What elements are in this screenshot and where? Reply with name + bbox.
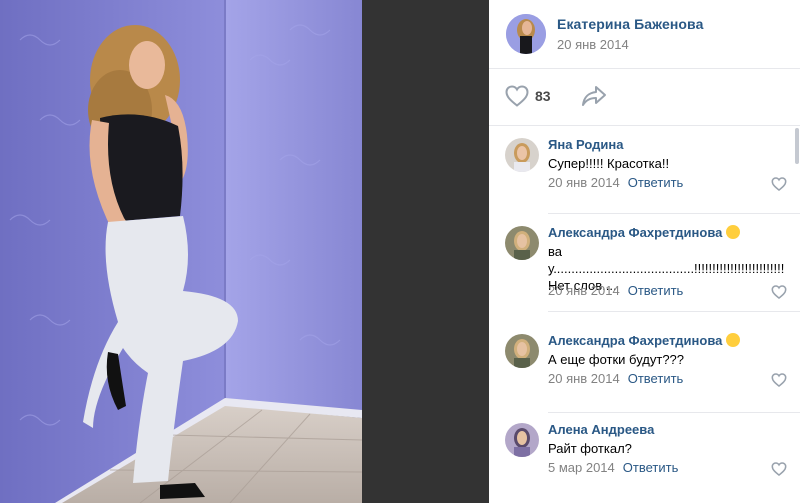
photo-image (0, 0, 362, 503)
heart-icon[interactable] (771, 462, 787, 477)
share-arrow-icon[interactable] (581, 84, 607, 108)
commenter-avatar[interactable] (505, 226, 539, 260)
comment-text: А еще фотки будут??? (548, 352, 685, 367)
comment-date[interactable]: 5 мар 2014 (548, 460, 615, 475)
post-actions: 83 (489, 69, 800, 126)
photo-backdrop (362, 0, 489, 503)
comment-item: Александра Фахретдинова А еще фотки буду… (489, 322, 800, 413)
reply-button[interactable]: Ответить (623, 460, 679, 475)
commenter-name[interactable]: Яна Родина (548, 137, 623, 152)
author-name[interactable]: Екатерина Баженова (557, 16, 703, 32)
post-sidebar: Екатерина Баженова 20 янв 2014 83 Яна Ро… (489, 0, 800, 503)
commenter-avatar[interactable] (505, 423, 539, 457)
reply-button[interactable]: Ответить (628, 283, 684, 298)
smiley-emoji-icon (726, 225, 741, 239)
post-header: Екатерина Баженова 20 янв 2014 (489, 0, 800, 69)
heart-icon[interactable] (771, 373, 787, 388)
smiley-emoji-icon (726, 333, 741, 347)
comment-item: Яна Родина Супер!!!!! Красотка!! 20 янв … (489, 126, 800, 214)
photo-viewer (0, 0, 489, 503)
post-date[interactable]: 20 янв 2014 (557, 37, 629, 52)
comment-item: Александра Фахретдинова вау.............… (489, 214, 800, 312)
commenter-avatar[interactable] (505, 138, 539, 172)
comment-meta: 20 янв 2014 Ответить (548, 283, 683, 298)
comment-text: Райт фоткал? (548, 441, 632, 456)
comment-meta: 20 янв 2014 Ответить (548, 371, 683, 386)
reply-button[interactable]: Ответить (628, 175, 684, 190)
comment-date[interactable]: 20 янв 2014 (548, 283, 620, 298)
comment-text: Супер!!!!! Красотка!! (548, 156, 670, 171)
comment-date[interactable]: 20 янв 2014 (548, 175, 620, 190)
author-avatar[interactable] (506, 14, 546, 54)
comment-date[interactable]: 20 янв 2014 (548, 371, 620, 386)
commenter-name[interactable]: Алена Андреева (548, 422, 654, 437)
comment-meta: 20 янв 2014 Ответить (548, 175, 683, 190)
comment-divider (548, 311, 800, 312)
reply-button[interactable]: Ответить (628, 371, 684, 386)
heart-icon[interactable] (505, 85, 529, 107)
heart-icon[interactable] (771, 177, 787, 192)
post-photo[interactable] (0, 0, 362, 503)
commenter-name[interactable]: Александра Фахретдинова (548, 225, 741, 240)
heart-icon[interactable] (771, 285, 787, 300)
commenter-name[interactable]: Александра Фахретдинова (548, 333, 741, 348)
comment-meta: 5 мар 2014 Ответить (548, 460, 678, 475)
commenter-avatar[interactable] (505, 334, 539, 368)
comment-item: Алена Андреева Райт фоткал? 5 мар 2014 От… (489, 411, 800, 503)
like-count: 83 (535, 88, 551, 104)
